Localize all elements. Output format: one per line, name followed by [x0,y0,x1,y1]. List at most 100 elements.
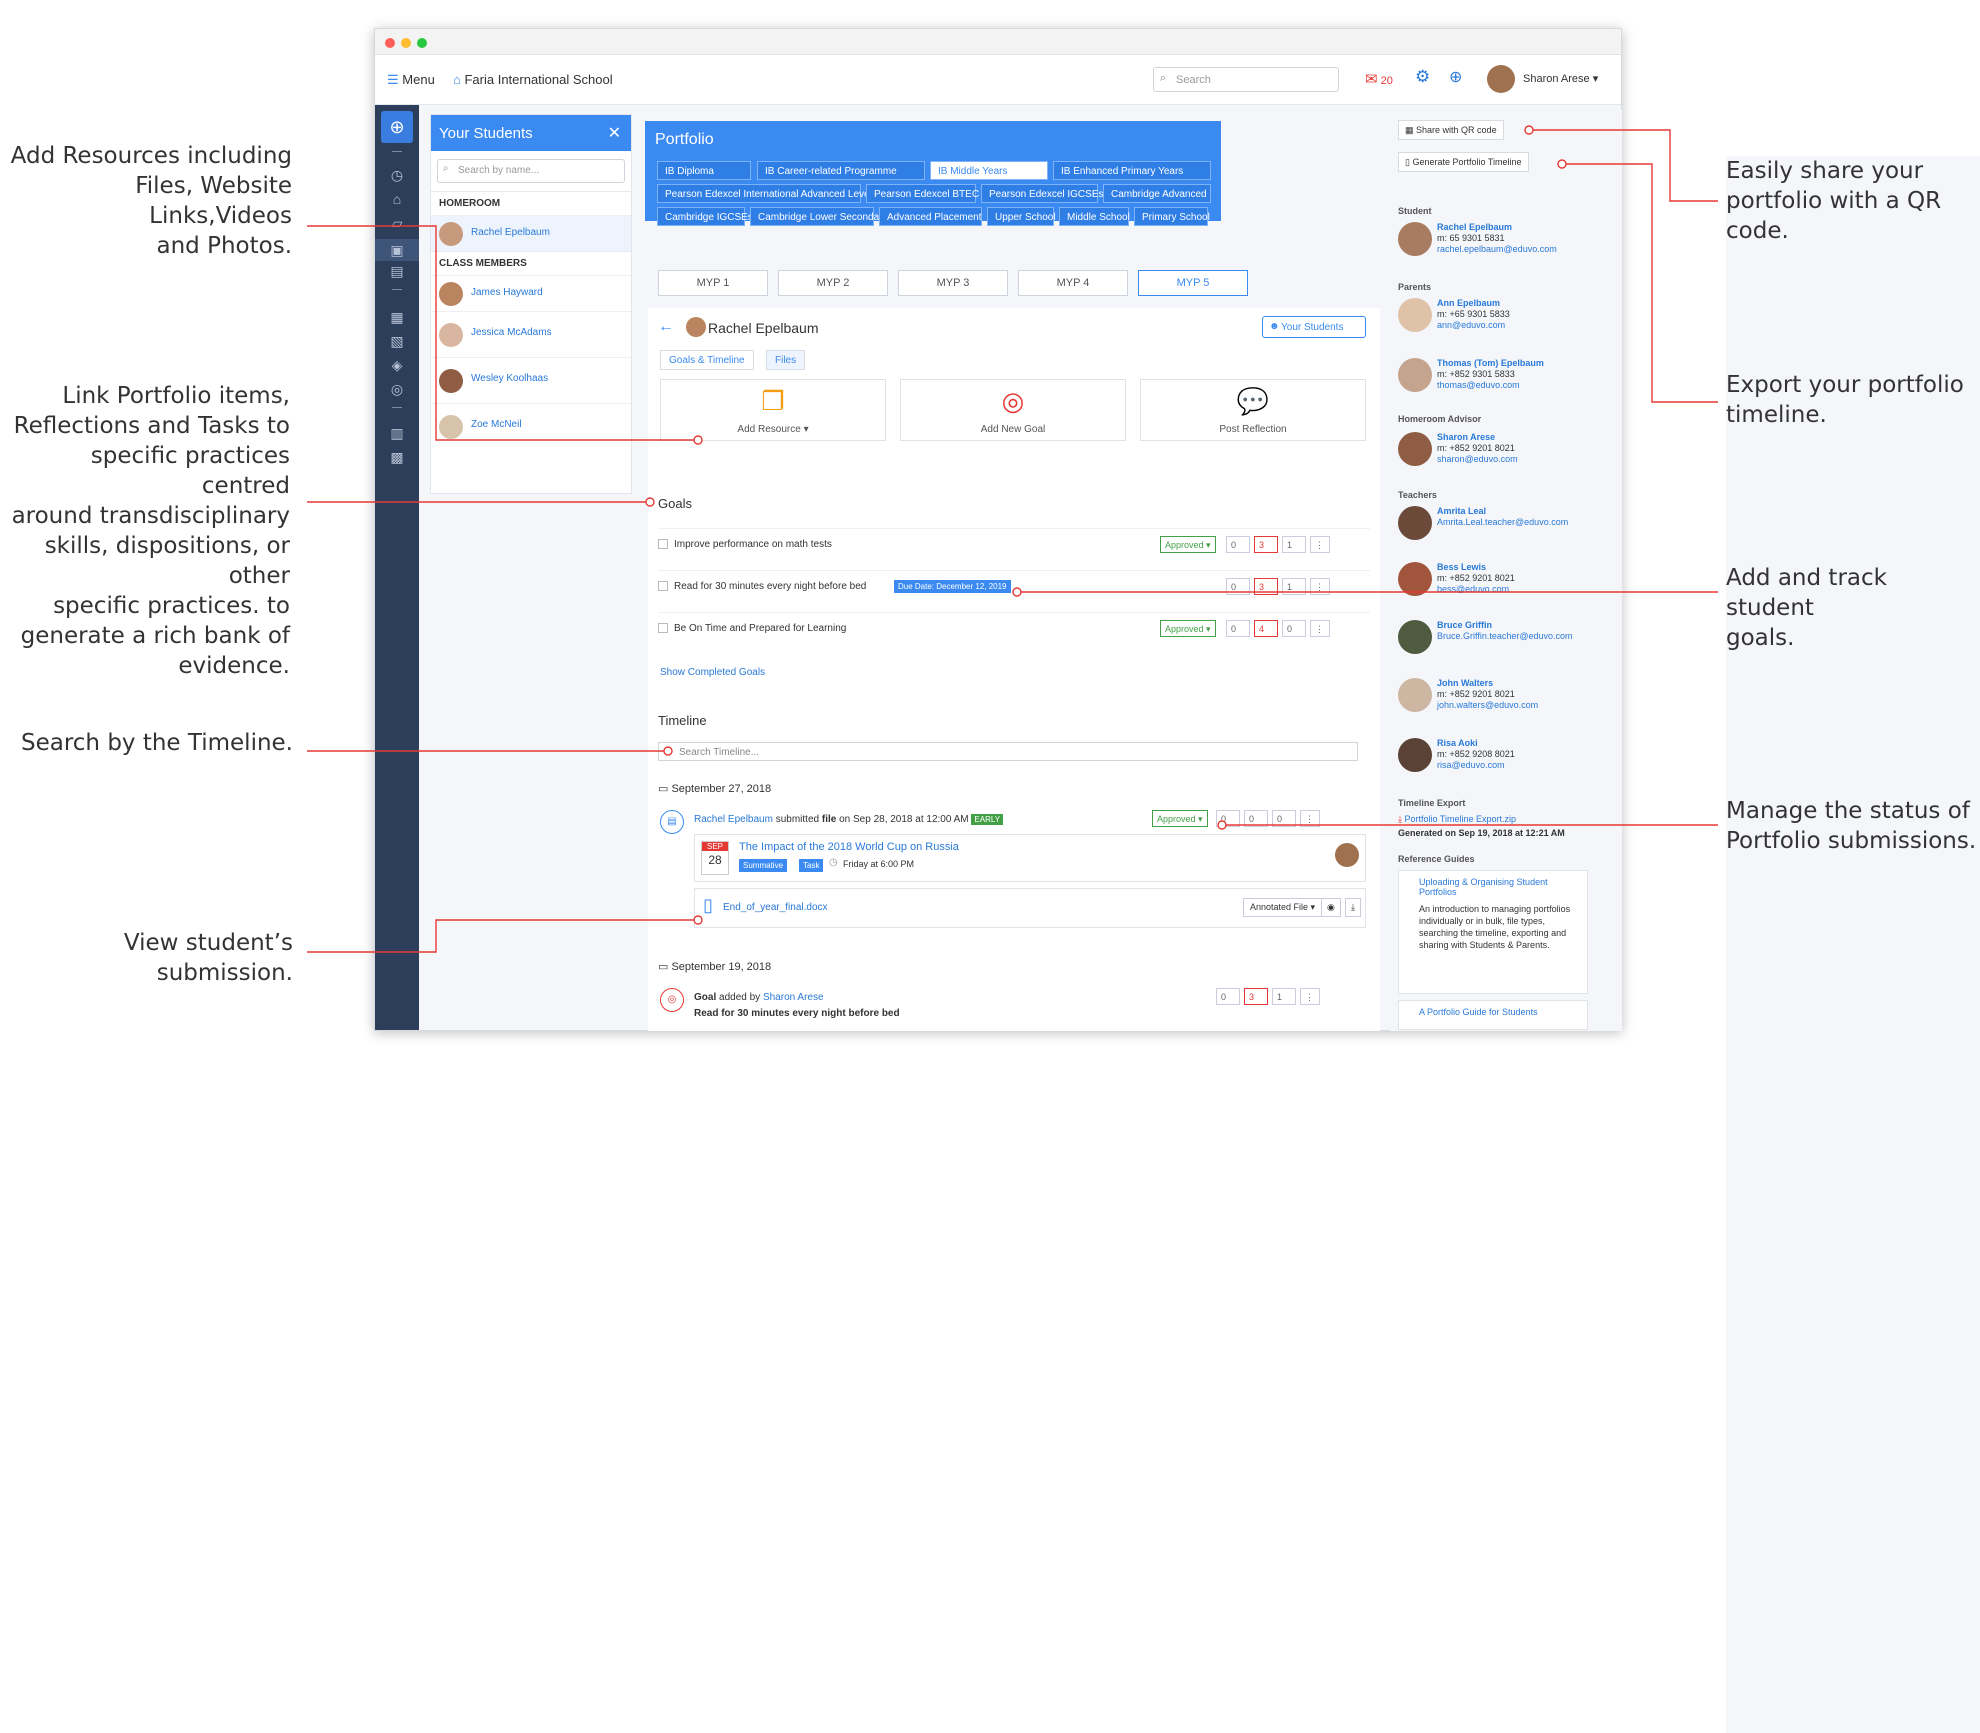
contact-email[interactable]: sharon@eduvo.com [1437,454,1518,464]
calendar-icon[interactable]: ▩ [388,449,406,467]
avatar[interactable] [1487,65,1515,93]
contact-name[interactable]: John Walters [1437,678,1493,688]
school-link[interactable]: ⌂ Faria International School [453,72,613,87]
house-icon[interactable]: ⌂ [388,191,406,209]
close-icon[interactable]: ✕ [608,123,621,143]
student-row-homeroom[interactable]: Rachel Epelbaum [431,215,631,251]
share-count[interactable]: 0 [1226,536,1250,553]
contact-email[interactable]: bess@eduvo.com [1437,584,1509,594]
reference-guide-card[interactable]: Uploading & Organising Student Portfolio… [1398,870,1588,994]
author-link[interactable]: Sharon Arese [763,992,824,1003]
contact-name[interactable]: Amrita Leal [1437,506,1486,516]
contact-name[interactable]: Bruce Griffin [1437,620,1492,630]
programme-pill[interactable]: Primary School [1134,207,1210,226]
more-icon[interactable]: ⋮ [1300,988,1320,1005]
programme-pill[interactable]: Cambridge Lower Secondary [750,207,888,226]
globe-icon[interactable]: ⊕ [1449,67,1462,87]
myp-tab[interactable]: MYP 1 [658,270,768,296]
contact-email[interactable]: thomas@eduvo.com [1437,380,1520,390]
eye-icon[interactable]: ◉ [1321,898,1341,917]
more-icon[interactable]: ⋮ [1310,620,1330,637]
share-count[interactable]: 0 [1226,578,1250,595]
status-dropdown[interactable]: Approved ▾ [1160,620,1216,637]
generate-timeline-button[interactable]: ▯ Generate Portfolio Timeline [1398,152,1529,172]
task-title[interactable]: The Impact of the 2018 World Cup on Russ… [739,841,959,853]
programme-pill[interactable]: Cambridge IGCSEs [657,207,753,226]
programme-pill[interactable]: Advanced Placement [879,207,982,226]
share-qr-button[interactable]: ▦ Share with QR code [1398,120,1504,140]
student-search-input[interactable]: ⌕ Search by name... [437,159,625,183]
contact-email[interactable]: risa@eduvo.com [1437,760,1505,770]
contact-email[interactable]: rachel.epelbaum@eduvo.com [1437,244,1557,254]
show-completed-goals-link[interactable]: Show Completed Goals [660,667,765,678]
myp-tab-active[interactable]: MYP 5 [1138,270,1248,296]
programme-pill[interactable]: Pearson Edexcel IGCSEs [981,184,1104,203]
comment-count[interactable]: 0 [1282,620,1306,637]
goal-checkbox[interactable] [658,539,668,549]
goal-checkbox[interactable] [658,623,668,633]
student-row[interactable]: Jessica McAdams [431,311,631,357]
clock-icon[interactable]: ◷ [388,167,406,185]
your-students-button[interactable]: ☻ Your Students [1262,316,1366,338]
tab-goals-timeline[interactable]: Goals & Timeline [660,350,754,370]
contact-email[interactable]: Amrita.Leal.teacher@eduvo.com [1437,517,1568,527]
more-icon[interactable]: ⋮ [1310,536,1330,553]
guide-title[interactable]: Uploading & Organising Student Portfolio… [1405,877,1581,897]
programme-pill-active[interactable]: IB Middle Years [930,161,1048,180]
contact-name[interactable]: Ann Epelbaum [1437,298,1500,308]
tab-files[interactable]: Files [766,350,806,370]
more-icon[interactable]: ⋮ [1300,810,1320,827]
minimize-dot[interactable] [401,38,411,48]
contact-name[interactable]: Sharon Arese [1437,432,1495,442]
users-icon[interactable]: ◎ [388,381,406,399]
back-arrow-icon[interactable]: ← [658,318,674,336]
programme-pill[interactable]: Middle School [1059,207,1130,226]
like-count[interactable]: 3 [1254,578,1278,595]
like-count[interactable]: 3 [1254,536,1278,553]
student-link[interactable]: Rachel Epelbaum [694,814,773,825]
share-count[interactable]: 0 [1216,810,1240,827]
contact-name[interactable]: Rachel Epelbaum [1437,222,1512,232]
cube-icon[interactable]: ◈ [388,357,406,375]
contact-name[interactable]: Thomas (Tom) Epelbaum [1437,358,1544,368]
contact-email[interactable]: john.walters@eduvo.com [1437,700,1538,710]
add-goal-card[interactable]: ◎ Add New Goal [900,379,1126,441]
programme-pill[interactable]: Pearson Edexcel International Advanced L… [657,184,877,203]
map-icon[interactable]: ▤ [388,263,406,281]
briefcase-icon[interactable]: ▣ [375,239,419,261]
task-card[interactable]: SEP 28 The Impact of the 2018 World Cup … [694,834,1366,882]
contact-email[interactable]: ann@eduvo.com [1437,320,1505,330]
id-card-icon[interactable]: ▧ [388,333,406,351]
contact-email[interactable]: Bruce.Griffin.teacher@eduvo.com [1437,631,1573,641]
share-count[interactable]: 0 [1226,620,1250,637]
share-count[interactable]: 0 [1216,988,1240,1005]
file-link[interactable]: End_of_year_final.docx [723,902,828,913]
mail-button[interactable]: ✉ 20 [1365,70,1393,88]
file-type-dropdown[interactable]: Annotated File ▾ [1243,898,1323,917]
programme-pill[interactable]: IB Enhanced Primary Years [1053,161,1211,180]
myp-tab[interactable]: MYP 2 [778,270,888,296]
add-resource-card[interactable]: ❐ Add Resource ▾ [660,379,886,441]
myp-tab[interactable]: MYP 4 [1018,270,1128,296]
download-icon[interactable]: ⤓ [1345,898,1361,917]
comment-count[interactable]: 1 [1272,988,1296,1005]
student-row[interactable]: Wesley Koolhaas [431,357,631,403]
chart-icon[interactable]: ▱ [388,215,406,233]
export-file-link[interactable]: ⤓ Portfolio Timeline Export.zip [1398,814,1516,825]
programme-pill[interactable]: IB Career-related Programme [757,161,925,180]
status-dropdown[interactable]: Approved ▾ [1152,810,1208,827]
menu-button[interactable]: ☰ Menu [387,72,435,88]
goal-checkbox[interactable] [658,581,668,591]
programme-pill[interactable]: IB Diploma [657,161,751,180]
search-input[interactable]: ⌕ Search [1153,67,1339,92]
grid-icon[interactable]: ▦ [388,309,406,327]
like-count[interactable]: 4 [1254,620,1278,637]
student-row[interactable]: Zoe McNeil [431,403,631,449]
programme-pill[interactable]: Pearson Edexcel BTEC [866,184,979,203]
post-reflection-card[interactable]: 💬 Post Reflection [1140,379,1366,441]
comment-count[interactable]: 1 [1282,536,1306,553]
student-row[interactable]: James Hayward [431,275,631,311]
comment-count[interactable]: 1 [1282,578,1306,595]
comment-count[interactable]: 0 [1272,810,1296,827]
status-dropdown[interactable]: Approved ▾ [1160,536,1216,553]
